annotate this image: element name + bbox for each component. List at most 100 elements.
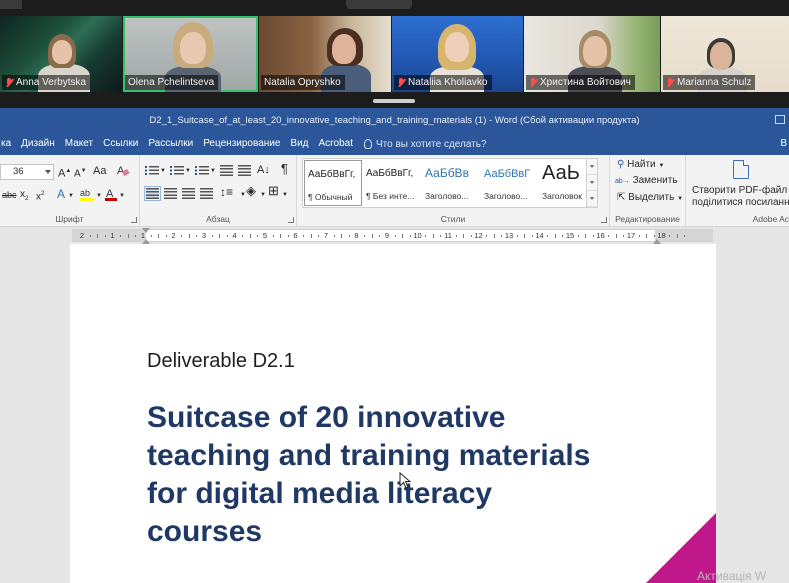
scroll-up-icon[interactable] [587, 159, 597, 175]
tab-insert[interactable]: ка [0, 133, 16, 155]
align-center-icon[interactable] [164, 188, 177, 199]
dialog-launcher-icon[interactable] [601, 217, 607, 223]
style-no-spacing[interactable]: АаБбВвГг, ¶ Без инте... [363, 160, 421, 206]
increase-indent-icon[interactable] [238, 165, 251, 176]
replace-label: Заменить [632, 175, 678, 186]
tab-design[interactable]: Дизайн [16, 133, 60, 155]
strip-edge [346, 0, 412, 9]
participant-name: Anna Verbytska [16, 77, 87, 88]
ruler-tick [379, 235, 381, 237]
ruler-tick [577, 235, 579, 237]
more-styles-icon[interactable] [587, 191, 597, 207]
line-spacing-button[interactable]: ↕≡ [220, 185, 233, 199]
text-effects-button[interactable]: A [57, 187, 65, 201]
strikethrough-button[interactable]: abc [2, 188, 17, 202]
subscript-button[interactable]: x2 [20, 188, 28, 206]
superscript-button[interactable]: x2 [36, 187, 44, 204]
participant-name: Marianna Schulz [677, 77, 752, 88]
create-pdf-button[interactable]: Створити PDF-файл і поділитися посилання… [692, 185, 789, 209]
highlight-button[interactable]: ab [79, 186, 95, 202]
scroll-down-icon[interactable] [587, 175, 597, 191]
ruler-tick-label: 17 [626, 231, 636, 240]
ruler-tick [219, 234, 221, 238]
participant-tile[interactable]: Natalia Opryshko [259, 16, 391, 92]
tab-acrobat[interactable]: Acrobat [314, 133, 358, 155]
mouse-cursor-icon [399, 472, 411, 489]
justify-icon[interactable] [200, 188, 213, 199]
tab-overflow[interactable]: В [780, 133, 787, 155]
ruler-tick [562, 235, 564, 237]
activation-watermark: Активація W [697, 569, 767, 583]
numbering-icon[interactable] [170, 165, 184, 176]
font-size-select[interactable]: 36 [0, 164, 54, 180]
tell-me-search[interactable]: Что вы хотите сделать? [363, 138, 487, 150]
chevron-down-icon: ▼ [68, 193, 74, 199]
paragraph-group: ▼ ▼ ▼ A↓ ¶ ↕≡ ▼ ◈ ▼ ⊞ ▼ Абзац [140, 155, 297, 227]
restore-window-icon[interactable] [775, 115, 785, 124]
style-heading-2[interactable]: АаБбВвГ Заголово... [481, 160, 539, 206]
strip-drag-handle[interactable] [373, 99, 415, 103]
ruler-tick [684, 235, 686, 237]
ruler-tick [188, 234, 190, 238]
tab-review[interactable]: Рецензирование [198, 133, 285, 155]
clear-formatting-button[interactable]: A [116, 163, 130, 177]
participant-name: Natalia Opryshko [264, 77, 341, 88]
participant-name-tag: Христина Войтович [526, 75, 635, 90]
grow-font-button[interactable]: A▲ [58, 164, 71, 181]
tab-references[interactable]: Ссылки [98, 133, 143, 155]
select-button[interactable]: ⇱ Выделить ▼ [617, 191, 683, 206]
style-normal[interactable]: АаБбВвГг, ¶ Обычный [304, 160, 362, 206]
styles-gallery-scroll[interactable] [586, 159, 597, 207]
ruler-tick-label: 4 [232, 231, 237, 240]
create-pdf-line2: поділитися посиланням [692, 197, 789, 208]
ruler-tick-label: 8 [354, 231, 359, 240]
ruler-tick-label: 16 [596, 231, 605, 240]
borders-button[interactable]: ⊞ [268, 184, 279, 198]
font-color-button[interactable]: A [104, 186, 118, 202]
dialog-launcher-icon[interactable] [288, 217, 294, 223]
font-color-icon: A [105, 188, 117, 201]
tab-mailings[interactable]: Рассылки [143, 133, 198, 155]
participant-tile[interactable]: Nataliia Kholiavko [392, 16, 523, 92]
participant-tile-active-speaker[interactable]: Olena Pchelintseva [123, 16, 258, 92]
style-heading-1[interactable]: АаБбВв Заголово... [422, 160, 480, 206]
ruler-tick-label: 5 [262, 231, 268, 240]
show-formatting-button[interactable]: ¶ [281, 162, 288, 176]
dialog-launcher-icon[interactable] [131, 217, 137, 223]
ruler-tick [547, 235, 549, 237]
ruler-tick [463, 234, 465, 238]
change-case-button[interactable]: Aa [93, 164, 106, 178]
mic-muted-icon [529, 77, 537, 88]
tab-view[interactable]: Вид [285, 133, 313, 155]
shrink-font-button[interactable]: A▼ [74, 164, 87, 181]
participant-figure [583, 36, 607, 66]
find-button[interactable]: ⚲ Найти ▼ [617, 158, 664, 173]
tell-me-text: Что вы хотите сделать? [375, 138, 487, 150]
ruler-tick [554, 234, 556, 238]
align-left-icon[interactable] [144, 186, 161, 201]
ruler-tick [165, 235, 167, 237]
shading-button[interactable]: ◈ [246, 184, 256, 198]
participant-tile[interactable]: Христина Войтович [524, 16, 660, 92]
participant-tile[interactable]: Marianna Schulz [661, 16, 789, 92]
decrease-indent-icon[interactable] [220, 165, 233, 176]
chevron-down-icon: ▼ [210, 168, 216, 174]
ruler-tick [211, 235, 213, 237]
multilevel-list-icon[interactable] [195, 165, 209, 176]
document-page[interactable]: Deliverable D2.1 Suitcase of 20 innovati… [70, 244, 716, 583]
horizontal-ruler[interactable]: 2 1 1 2 3 4 5 6 7 8 9 10 11 12 13 14 15 16 17 18 [72, 228, 713, 244]
replace-button[interactable]: ab→ Заменить [615, 174, 678, 189]
sort-button[interactable]: A↓ [257, 163, 270, 177]
ruler-tick [333, 235, 335, 237]
ruler-tick [425, 235, 427, 237]
pdf-icon[interactable] [733, 160, 749, 179]
select-label: Выделить [628, 192, 675, 203]
ruler-tick [592, 235, 594, 237]
style-name: Заголово... [484, 191, 528, 201]
participant-tile[interactable]: Anna Verbytska [0, 16, 122, 92]
bullets-icon[interactable] [145, 165, 159, 176]
tab-layout[interactable]: Макет [60, 133, 98, 155]
align-right-icon[interactable] [182, 188, 195, 199]
style-name: ¶ Без инте... [366, 191, 415, 201]
ruler-tick [486, 235, 488, 237]
